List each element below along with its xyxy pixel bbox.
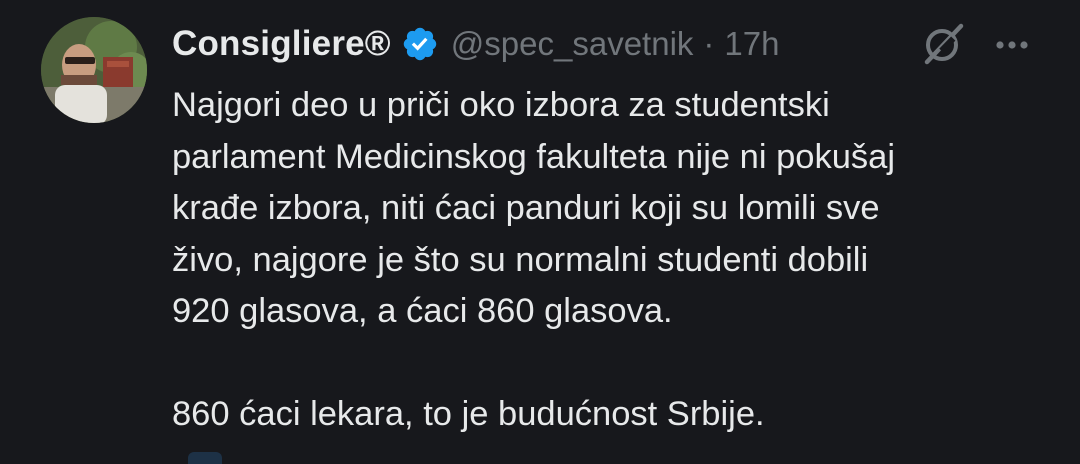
tweet-header: Consigliere® @spec_savetnik · 17h xyxy=(172,18,779,70)
tweet[interactable]: Consigliere® @spec_savetnik · 17h Najgor… xyxy=(0,0,1080,464)
avatar-image xyxy=(41,17,147,123)
tweet-text: Najgori deo u priči oko izbora za studen… xyxy=(172,86,895,433)
grok-icon[interactable] xyxy=(919,20,967,68)
display-name[interactable]: Consigliere® xyxy=(172,24,391,64)
media-preview-edge xyxy=(188,452,222,464)
timestamp[interactable]: 17h xyxy=(724,25,779,63)
verified-badge-icon[interactable] xyxy=(401,25,439,63)
avatar[interactable] xyxy=(41,17,147,123)
more-options-icon[interactable] xyxy=(992,30,1032,60)
handle[interactable]: @spec_savetnik xyxy=(451,25,694,63)
separator-dot: · xyxy=(703,25,715,62)
